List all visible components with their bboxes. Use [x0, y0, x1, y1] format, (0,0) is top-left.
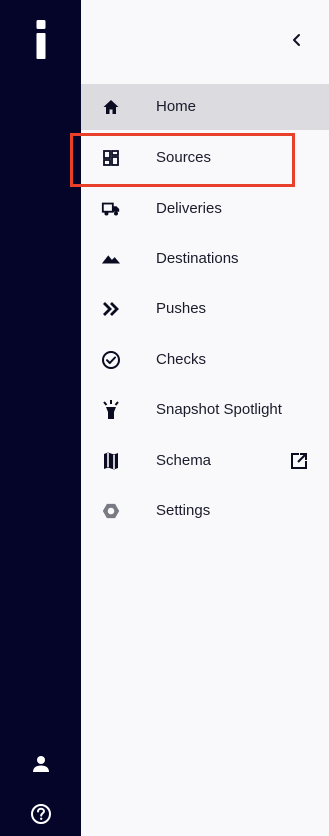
nav-item-label: Schema — [156, 452, 212, 469]
help-circle-icon — [31, 804, 51, 824]
nav-item-schema[interactable]: Schema — [81, 438, 329, 484]
nav-item-pushes[interactable]: Pushes — [81, 286, 329, 332]
nav-item-snapshot-spotlight[interactable]: Snapshot Spotlight — [81, 387, 329, 433]
nav-item-label: Destinations — [156, 250, 239, 267]
double-chevron-right-icon — [101, 299, 121, 319]
app-logo[interactable] — [0, 20, 81, 60]
mountains-icon — [101, 249, 121, 269]
nav-item-label: Settings — [156, 502, 211, 519]
collapse-sidebar-button[interactable] — [283, 26, 311, 54]
nav-item-label: Sources — [156, 149, 212, 166]
dashboard-grid-icon — [101, 148, 121, 168]
nav-item-label: Home — [156, 98, 197, 115]
map-icon — [101, 451, 121, 471]
user-icon — [33, 756, 49, 772]
chevron-left-icon — [293, 34, 300, 46]
external-link-icon[interactable] — [289, 451, 309, 471]
nav-item-deliveries[interactable]: Deliveries — [81, 186, 329, 232]
nav-item-checks[interactable]: Checks — [81, 337, 329, 383]
nav-item-destinations[interactable]: Destinations — [81, 236, 329, 282]
help-button[interactable] — [24, 797, 58, 831]
logo-i-icon — [36, 20, 45, 59]
app-root: Home Sources Deliveries Destinations Pus… — [0, 0, 329, 836]
nav-item-home[interactable]: Home — [81, 84, 329, 130]
truck-icon — [101, 199, 121, 219]
settings-gear-icon — [101, 501, 121, 521]
nav-item-sources[interactable]: Sources — [81, 135, 329, 181]
user-profile-button[interactable] — [24, 747, 58, 781]
nav-item-settings[interactable]: Settings — [81, 488, 329, 534]
nav-item-label: Snapshot Spotlight — [156, 401, 282, 418]
nav-item-label: Pushes — [156, 300, 207, 317]
spotlight-icon — [101, 400, 121, 420]
check-circle-icon — [101, 350, 121, 370]
left-rail — [0, 0, 81, 836]
nav-item-label: Deliveries — [156, 200, 222, 217]
nav-item-label: Checks — [156, 351, 207, 368]
home-icon — [101, 97, 121, 117]
